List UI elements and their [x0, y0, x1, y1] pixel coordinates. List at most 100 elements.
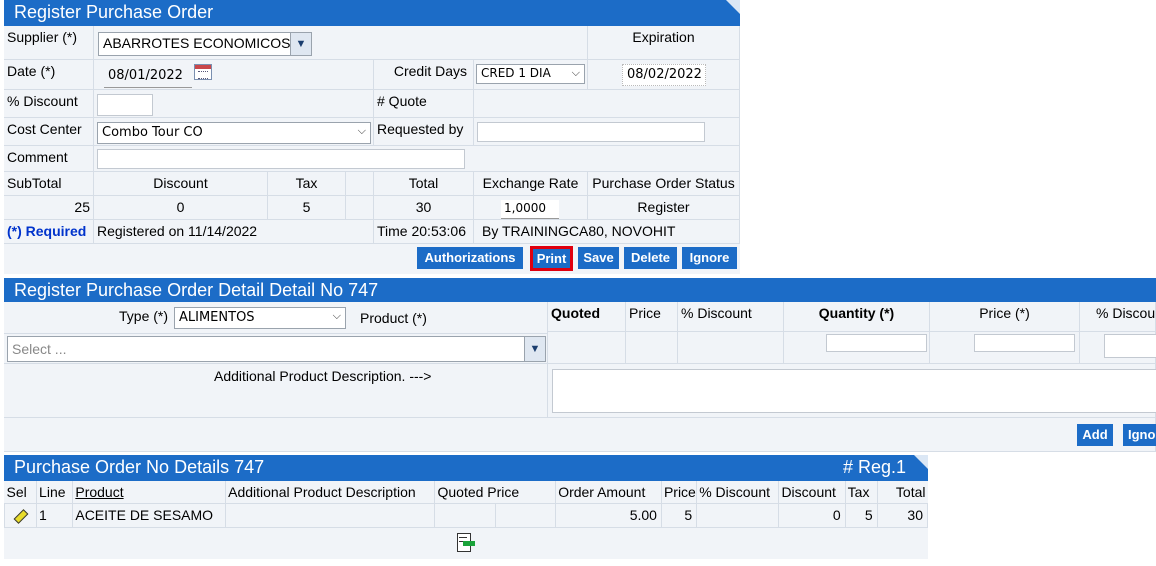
save-button[interactable]: Save	[578, 247, 619, 269]
additional-input[interactable]	[552, 369, 1156, 413]
line-cell: 1	[36, 502, 74, 528]
quantity-input[interactable]	[826, 334, 927, 352]
supplier-select[interactable]: ABARROTES ECONOMICOS ▼	[98, 32, 312, 56]
detail-panel: Register Purchase Order Detail Detail No…	[4, 278, 1156, 452]
credit-days-value: CRED 1 DIA	[481, 66, 551, 80]
cost-center-value: Combo Tour CO	[102, 125, 203, 140]
discount-col-value: 0	[94, 196, 268, 220]
register-po-title: Register Purchase Order	[14, 2, 214, 22]
date-label: Date (*)	[4, 60, 94, 90]
chevron-down-icon: ⌵	[571, 66, 580, 79]
additional-label: Additional Product Description. --->	[214, 368, 432, 384]
details-title: Purchase Order No Details 747	[14, 457, 265, 477]
discount2-input[interactable]	[1104, 334, 1156, 358]
exchange-rate-label: Exchange Rate	[474, 172, 588, 196]
authorizations-button[interactable]: Authorizations	[417, 247, 523, 269]
discount-col-label: Discount	[94, 172, 268, 196]
required-note: (*) Required	[4, 220, 94, 244]
col-header: Price	[661, 481, 698, 503]
ignore-button[interactable]: Ignore	[682, 247, 737, 269]
col-header: Order Amount	[555, 481, 662, 503]
details-header: Purchase Order No Details 747 # Reg.1	[4, 455, 928, 481]
total-cell: 30	[876, 502, 929, 528]
quote-label: # Quote	[374, 90, 474, 118]
cost-center-select[interactable]: Combo Tour CO ⌵	[97, 122, 371, 144]
type-value: ALIMENTOS	[179, 310, 255, 325]
subtotal-label: SubTotal	[4, 172, 94, 196]
detail-title: Register Purchase Order Detail Detail No…	[14, 280, 379, 300]
price-cell	[626, 332, 678, 364]
discount-pct2-cell	[696, 502, 780, 528]
header-corner	[726, 0, 740, 14]
price-cell: 5	[660, 502, 698, 528]
requested-by-input[interactable]	[477, 122, 705, 142]
blank-cell	[346, 172, 374, 196]
discount2-header: % Discou	[1080, 302, 1156, 332]
date-input[interactable]: 08/01/2022	[104, 66, 192, 88]
col-header: Quoted Price	[434, 481, 557, 503]
requested-by-label: Requested by	[374, 118, 474, 146]
quoted-header: Quoted	[548, 302, 626, 332]
registered-on: Registered on 11/14/2022	[94, 220, 374, 244]
chevron-down-icon: ⌵	[357, 124, 366, 137]
product-placeholder: Select ...	[12, 341, 67, 357]
status-label: Purchase Order Status	[588, 172, 740, 196]
detail-header: Register Purchase Order Detail Detail No…	[4, 278, 1156, 302]
total-value: 30	[374, 196, 474, 220]
reg-count: # Reg.1	[842, 457, 906, 477]
discount-header: % Discount	[678, 302, 784, 332]
product-label: Product (*)	[360, 310, 427, 326]
edit-pencil-icon[interactable]	[13, 509, 28, 524]
additional-cell	[225, 502, 436, 528]
tax-value: 5	[268, 196, 346, 220]
chevron-down-icon[interactable]: ▼	[290, 33, 311, 55]
detail-ignore-button[interactable]: Igno	[1123, 424, 1156, 446]
print-button[interactable]: Print	[530, 246, 573, 271]
by-text: By TRAININGCA80, NOVOHIT	[474, 220, 740, 244]
blank-cell	[346, 196, 374, 220]
table-header-row: Sel Line Product Additional Product Desc…	[4, 481, 928, 503]
discount-pct-cell	[495, 502, 557, 528]
detail-button-row	[4, 418, 1156, 452]
col-header: Sel	[4, 481, 38, 503]
exchange-rate-input[interactable]: 1,0000	[501, 200, 559, 219]
col-header: Total	[895, 483, 926, 500]
chevron-down-icon: ⌵	[332, 309, 341, 322]
col-header: Discount	[778, 481, 846, 503]
discount-input[interactable]	[97, 94, 153, 116]
order-amount-cell: 5.00	[555, 502, 662, 528]
expiration-input[interactable]: 08/02/2022	[622, 64, 706, 86]
discount-cell	[678, 332, 784, 364]
quantity-header: Quantity (*)	[784, 302, 930, 332]
status-value: Register	[588, 196, 740, 220]
subtotal-value: 25	[4, 196, 94, 220]
col-header-product[interactable]: Product	[72, 481, 227, 503]
export-icon[interactable]	[455, 533, 475, 552]
add-button[interactable]: Add	[1077, 424, 1113, 446]
comment-input[interactable]	[97, 149, 465, 169]
quote-cell	[474, 90, 740, 118]
price-req-header: Price (*)	[930, 302, 1080, 332]
chevron-down-icon[interactable]: ▼	[524, 337, 545, 361]
expiration-label: Expiration	[588, 26, 740, 60]
credit-days-select[interactable]: CRED 1 DIA ⌵	[476, 64, 585, 84]
delete-button[interactable]: Delete	[624, 247, 677, 269]
register-po-header: Register Purchase Order	[4, 0, 740, 26]
cost-center-label: Cost Center	[4, 118, 94, 146]
quoted-price-cell	[434, 502, 497, 528]
discount-label: % Discount	[4, 90, 94, 118]
calendar-icon[interactable]	[194, 64, 212, 80]
col-header: % Discount	[696, 481, 780, 503]
product-cell: ACEITE DE SESAMO	[72, 502, 227, 528]
product-select[interactable]: Select ... ▼	[7, 336, 546, 362]
supplier-value: ABARROTES ECONOMICOS	[103, 35, 291, 51]
sel-cell	[3, 502, 38, 528]
supplier-label: Supplier (*)	[4, 26, 94, 60]
tax-cell: 5	[844, 502, 878, 528]
total-label: Total	[374, 172, 474, 196]
table-row[interactable]: 1 ACEITE DE SESAMO 5.00 5 0 5 30	[3, 502, 929, 528]
price-input[interactable]	[974, 334, 1075, 352]
credit-days-label: Credit Days	[374, 60, 474, 90]
time-text: Time 20:53:06	[374, 220, 474, 244]
type-select[interactable]: ALIMENTOS ⌵	[174, 307, 346, 329]
